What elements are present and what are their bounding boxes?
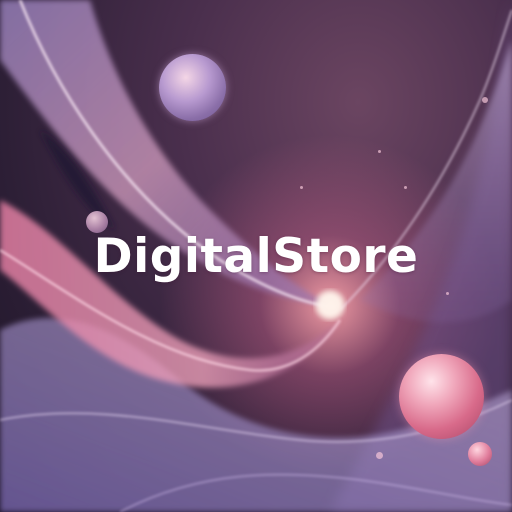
small-pink-orb [468, 442, 492, 466]
sparkle [482, 97, 488, 103]
sparkle [376, 452, 383, 459]
sparkle [446, 292, 449, 295]
sparkle [378, 150, 381, 153]
splash-screen: DigitalStore [0, 0, 512, 512]
brand-title: DigitalStore [93, 229, 419, 284]
large-pink-orb [399, 354, 484, 439]
sparkle [404, 186, 407, 189]
sparkle [300, 186, 303, 189]
lavender-orb [159, 54, 226, 121]
